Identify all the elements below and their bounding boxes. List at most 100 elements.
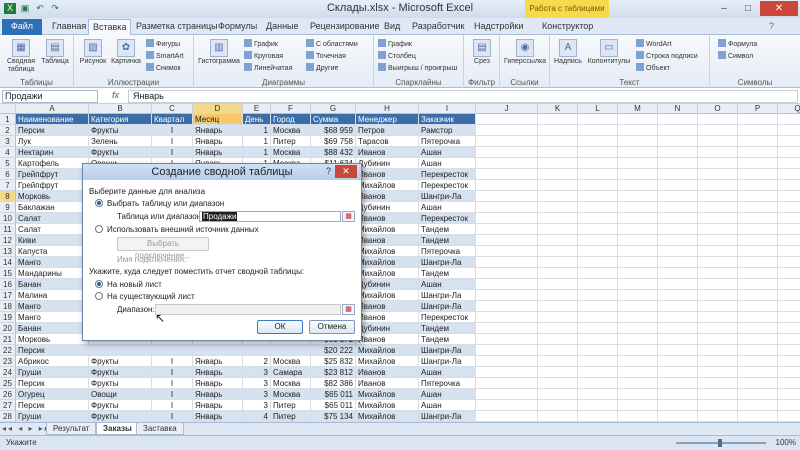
empty-cell[interactable] bbox=[698, 224, 738, 235]
tab-review[interactable]: Рецензирование bbox=[306, 19, 384, 35]
table-header-cell[interactable]: Менеджер bbox=[356, 114, 419, 125]
empty-cell[interactable] bbox=[618, 147, 658, 158]
table-button[interactable]: ▤ Таблица bbox=[40, 39, 70, 66]
empty-cell[interactable] bbox=[738, 147, 778, 158]
table-cell[interactable]: Фрукты bbox=[89, 367, 152, 378]
empty-cell[interactable] bbox=[738, 202, 778, 213]
scatter-chart-button[interactable]: Точечная bbox=[306, 51, 346, 60]
empty-cell[interactable] bbox=[578, 290, 618, 301]
column-header[interactable]: K bbox=[538, 104, 578, 114]
table-cell[interactable]: Ашан bbox=[419, 202, 476, 213]
empty-cell[interactable] bbox=[618, 323, 658, 334]
empty-cell[interactable] bbox=[698, 323, 738, 334]
table-cell[interactable]: Январь bbox=[193, 411, 243, 422]
empty-cell[interactable] bbox=[738, 301, 778, 312]
table-cell[interactable]: Банан bbox=[16, 323, 89, 334]
table-cell[interactable]: Фрукты bbox=[89, 125, 152, 136]
empty-cell[interactable] bbox=[738, 224, 778, 235]
empty-cell[interactable] bbox=[538, 400, 578, 411]
column-header[interactable]: D bbox=[193, 104, 243, 114]
table-cell[interactable]: Манго bbox=[16, 301, 89, 312]
table-cell[interactable]: Манго bbox=[16, 312, 89, 323]
empty-cell[interactable] bbox=[658, 345, 698, 356]
empty-cell[interactable] bbox=[658, 400, 698, 411]
empty-cell[interactable] bbox=[698, 301, 738, 312]
table-cell[interactable]: Фрукты bbox=[89, 411, 152, 422]
empty-cell[interactable] bbox=[538, 323, 578, 334]
empty-cell[interactable] bbox=[538, 290, 578, 301]
empty-cell[interactable] bbox=[538, 246, 578, 257]
empty-cell[interactable] bbox=[538, 279, 578, 290]
empty-cell[interactable] bbox=[476, 136, 538, 147]
empty-cell[interactable] bbox=[698, 257, 738, 268]
empty-cell[interactable] bbox=[778, 367, 800, 378]
empty-cell[interactable] bbox=[578, 246, 618, 257]
empty-cell[interactable] bbox=[658, 202, 698, 213]
column-header[interactable]: J bbox=[476, 104, 538, 114]
empty-cell[interactable] bbox=[476, 367, 538, 378]
table-cell[interactable]: 2 bbox=[243, 356, 271, 367]
column-header[interactable]: C bbox=[152, 104, 193, 114]
table-cell[interactable]: Шангри-Ла bbox=[419, 290, 476, 301]
empty-cell[interactable] bbox=[778, 257, 800, 268]
empty-cell[interactable] bbox=[658, 147, 698, 158]
table-cell[interactable]: Шангри-Ла bbox=[419, 356, 476, 367]
empty-cell[interactable] bbox=[778, 213, 800, 224]
row-number[interactable]: 18 bbox=[0, 301, 16, 312]
empty-cell[interactable] bbox=[778, 312, 800, 323]
header-footer-button[interactable]: ▭ Колонтитулы bbox=[586, 39, 632, 66]
table-header-cell[interactable]: Сумма bbox=[311, 114, 356, 125]
table-cell[interactable]: $23 812 bbox=[311, 367, 356, 378]
empty-cell[interactable] bbox=[538, 158, 578, 169]
row-number[interactable]: 1 bbox=[0, 114, 16, 125]
empty-cell[interactable] bbox=[698, 114, 738, 125]
row-number[interactable]: 11 bbox=[0, 224, 16, 235]
empty-cell[interactable] bbox=[778, 169, 800, 180]
tab-formulas[interactable]: Формулы bbox=[214, 19, 261, 35]
empty-cell[interactable] bbox=[738, 356, 778, 367]
column-header[interactable]: L bbox=[578, 104, 618, 114]
table-cell[interactable]: Ашан bbox=[419, 279, 476, 290]
empty-cell[interactable] bbox=[538, 224, 578, 235]
row-number[interactable]: 10 bbox=[0, 213, 16, 224]
empty-cell[interactable] bbox=[698, 334, 738, 345]
table-cell[interactable]: I bbox=[152, 136, 193, 147]
empty-cell[interactable] bbox=[538, 356, 578, 367]
empty-cell[interactable] bbox=[698, 279, 738, 290]
empty-cell[interactable] bbox=[538, 136, 578, 147]
empty-cell[interactable] bbox=[738, 389, 778, 400]
table-cell[interactable]: Дубинин bbox=[356, 323, 419, 334]
empty-cell[interactable] bbox=[778, 411, 800, 422]
tab-file[interactable]: Файл bbox=[2, 19, 42, 35]
empty-cell[interactable] bbox=[618, 312, 658, 323]
empty-cell[interactable] bbox=[658, 367, 698, 378]
tab-data[interactable]: Данные bbox=[262, 19, 303, 35]
empty-cell[interactable] bbox=[658, 158, 698, 169]
empty-cell[interactable] bbox=[578, 147, 618, 158]
row-number[interactable]: 24 bbox=[0, 367, 16, 378]
empty-cell[interactable] bbox=[578, 125, 618, 136]
empty-cell[interactable] bbox=[476, 213, 538, 224]
equation-button[interactable]: Формула bbox=[718, 39, 757, 48]
table-cell[interactable]: Зелень bbox=[89, 136, 152, 147]
empty-cell[interactable] bbox=[778, 279, 800, 290]
table-cell[interactable]: Михайлов bbox=[356, 389, 419, 400]
symbol-button[interactable]: Символ bbox=[718, 51, 753, 60]
empty-cell[interactable] bbox=[618, 169, 658, 180]
histogram-button[interactable]: ▥ Гистограмма bbox=[198, 39, 240, 66]
column-header[interactable]: N bbox=[658, 104, 698, 114]
empty-cell[interactable] bbox=[658, 334, 698, 345]
sparkline-line-button[interactable]: График bbox=[378, 39, 412, 48]
location-input[interactable] bbox=[155, 304, 341, 315]
smartart-button[interactable]: SmartArt bbox=[146, 51, 184, 60]
table-cell[interactable]: Салат bbox=[16, 224, 89, 235]
empty-cell[interactable] bbox=[618, 301, 658, 312]
table-cell[interactable]: Перекресток bbox=[419, 180, 476, 191]
table-cell[interactable]: Тандем bbox=[419, 334, 476, 345]
empty-cell[interactable] bbox=[778, 356, 800, 367]
empty-cell[interactable] bbox=[778, 400, 800, 411]
empty-cell[interactable] bbox=[618, 202, 658, 213]
empty-cell[interactable] bbox=[618, 400, 658, 411]
empty-cell[interactable] bbox=[658, 169, 698, 180]
empty-cell[interactable] bbox=[698, 312, 738, 323]
